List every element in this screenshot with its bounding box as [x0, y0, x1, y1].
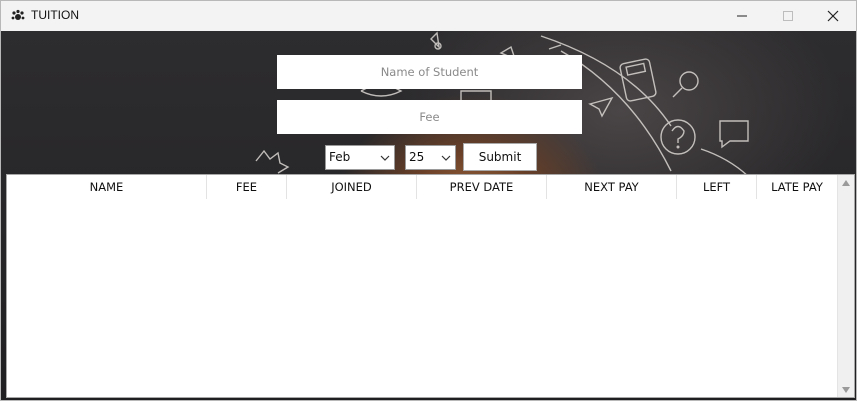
month-select[interactable]: Feb	[325, 145, 395, 170]
close-icon	[827, 10, 839, 22]
column-header-left[interactable]: LEFT	[677, 175, 757, 199]
day-select[interactable]: 25	[405, 145, 456, 170]
column-header-prev-date[interactable]: PREV DATE	[417, 175, 547, 199]
maximize-button[interactable]	[765, 1, 811, 31]
app-window: TUITION Name of Student Fee Feb 25 Submi…	[0, 0, 857, 401]
table-header: NAME FEE JOINED PREV DATE NEXT PAY LEFT …	[7, 175, 837, 199]
fee-input[interactable]	[277, 100, 582, 134]
column-header-joined[interactable]: JOINED	[287, 175, 417, 199]
tuition-table[interactable]: NAME FEE JOINED PREV DATE NEXT PAY LEFT …	[6, 174, 855, 398]
column-header-name[interactable]: NAME	[7, 175, 207, 199]
scroll-down-arrow-icon[interactable]	[842, 387, 850, 393]
maximize-icon	[783, 11, 793, 21]
scroll-up-arrow-icon[interactable]	[842, 180, 850, 186]
close-button[interactable]	[810, 1, 856, 31]
minimize-icon	[737, 15, 747, 17]
column-header-next-pay[interactable]: NEXT PAY	[547, 175, 677, 199]
student-name-input[interactable]	[277, 55, 582, 89]
vertical-scrollbar[interactable]	[837, 175, 854, 397]
submit-button[interactable]: Submit	[463, 143, 537, 171]
chevron-down-icon	[441, 155, 451, 161]
minimize-button[interactable]	[719, 1, 765, 31]
chevron-down-icon	[380, 155, 390, 161]
column-header-late-pay[interactable]: LATE PAY	[757, 175, 837, 199]
gear-paw-icon	[11, 9, 25, 20]
title-bar[interactable]: TUITION	[1, 1, 856, 31]
column-header-fee[interactable]: FEE	[207, 175, 287, 199]
month-select-value: Feb	[329, 150, 351, 164]
day-select-value: 25	[409, 150, 425, 164]
window-title: TUITION	[31, 8, 79, 22]
